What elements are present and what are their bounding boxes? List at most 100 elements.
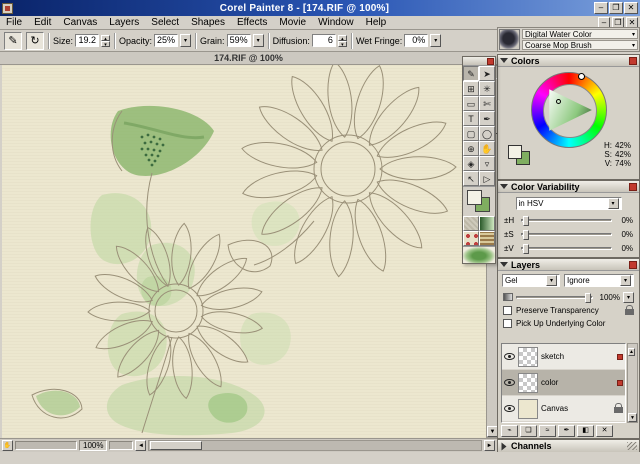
horizontal-scrollbar[interactable] xyxy=(148,440,482,451)
main-color-swatch[interactable] xyxy=(508,145,522,159)
new-liquid-ink-layer-button[interactable]: ✒ xyxy=(558,425,575,437)
gradient-selector[interactable] xyxy=(479,216,495,231)
dropper-tool[interactable]: ▿ xyxy=(479,156,495,171)
title-bar[interactable]: Corel Painter 8 - [174.RIF @ 100%] – ❐ ✕ xyxy=(0,0,640,16)
menu-movie[interactable]: Movie xyxy=(273,16,312,30)
menu-effects[interactable]: Effects xyxy=(231,16,273,30)
menu-select[interactable]: Select xyxy=(145,16,185,30)
colors-palette-header[interactable]: Colors xyxy=(498,55,639,67)
menu-window[interactable]: Window xyxy=(312,16,360,30)
slider-thumb[interactable] xyxy=(523,230,529,240)
expander-triangle-icon[interactable] xyxy=(500,58,508,63)
diffusion-input[interactable]: 6 xyxy=(312,34,336,47)
menu-shapes[interactable]: Shapes xyxy=(185,16,231,30)
scroll-down-button[interactable]: ▼ xyxy=(628,413,637,422)
pan-grabber-icon[interactable]: ✋ xyxy=(2,440,13,451)
rectangle-shape-tool[interactable]: ▢ xyxy=(463,126,479,141)
palette-close-icon[interactable] xyxy=(629,261,637,269)
wet-fringe-input[interactable]: 0% xyxy=(404,34,428,47)
composite-method-dropdown[interactable]: Gel ▾ xyxy=(502,274,560,287)
oval-shape-tool[interactable]: ◯ xyxy=(479,126,495,141)
preserve-transparency-checkbox[interactable] xyxy=(503,306,512,315)
palette-close-icon[interactable] xyxy=(629,57,637,65)
layer-adjuster-tool[interactable]: ➤ xyxy=(479,66,495,81)
weave-selector[interactable] xyxy=(479,231,495,246)
primary-color-swatch[interactable] xyxy=(467,190,482,205)
scroll-left-button[interactable]: ◄ xyxy=(135,440,146,451)
visibility-eye-icon[interactable] xyxy=(504,353,515,360)
sv-cursor[interactable] xyxy=(556,99,561,104)
wet-fringe-dropdown-arrow[interactable]: ▾ xyxy=(430,34,441,47)
expander-triangle-icon[interactable] xyxy=(500,184,508,189)
paint-bucket-tool[interactable]: ◈ xyxy=(463,156,479,171)
slider-thumb[interactable] xyxy=(523,244,529,254)
dynamic-plugins-button[interactable]: ⌁ xyxy=(501,425,518,437)
horizontal-scroll-thumb[interactable] xyxy=(150,441,202,450)
slider-thumb[interactable] xyxy=(523,216,529,226)
diffusion-spinner[interactable]: ▴▾ xyxy=(338,35,347,47)
canvas[interactable] xyxy=(2,65,486,438)
pattern-selector[interactable] xyxy=(463,231,479,246)
menu-edit[interactable]: Edit xyxy=(28,16,57,30)
new-layer-mask-button[interactable]: ◧ xyxy=(577,425,594,437)
opacity-input[interactable]: 25% xyxy=(154,34,178,47)
brush-variant-dropdown[interactable]: Coarse Mop Brush ▾ xyxy=(522,40,638,50)
brush-category-dropdown[interactable]: Digital Water Color ▾ xyxy=(522,29,638,39)
value-variability-slider[interactable] xyxy=(521,247,612,250)
grain-input[interactable]: 59% xyxy=(227,34,251,47)
hue-variability-slider[interactable] xyxy=(521,219,612,222)
crop-tool[interactable]: ⊞ xyxy=(463,81,479,96)
variability-mode-dropdown[interactable]: in HSV ▾ xyxy=(516,197,622,210)
variability-palette-header[interactable]: Color Variability xyxy=(498,181,639,193)
visibility-eye-icon[interactable] xyxy=(504,379,515,386)
minimize-button[interactable]: – xyxy=(594,2,608,14)
menu-canvas[interactable]: Canvas xyxy=(57,16,103,30)
paper-selector[interactable] xyxy=(463,216,479,231)
grain-dropdown-arrow[interactable]: ▾ xyxy=(253,34,264,47)
new-layer-button[interactable]: ❏ xyxy=(520,425,537,437)
opacity-dropdown-arrow[interactable]: ▾ xyxy=(180,34,191,47)
brush-dab-preview-icon[interactable] xyxy=(499,29,520,50)
grabber-tool[interactable]: ✋ xyxy=(479,141,495,156)
stroke-style-icon[interactable]: ↻ xyxy=(26,32,44,50)
layers-palette-header[interactable]: Layers xyxy=(498,259,639,271)
text-tool[interactable]: T xyxy=(463,111,479,126)
hue-cursor[interactable] xyxy=(578,73,585,80)
zoom-level[interactable]: 100% xyxy=(79,440,107,451)
composite-depth-dropdown[interactable]: Ignore ▾ xyxy=(564,274,634,287)
pickup-underlying-checkbox[interactable] xyxy=(503,319,512,328)
new-watercolor-layer-button[interactable]: ≈ xyxy=(539,425,556,437)
resize-grip-icon[interactable] xyxy=(627,442,637,450)
selection-adjuster-tool[interactable]: ↖ xyxy=(463,171,479,186)
pen-tool[interactable]: ✒ xyxy=(479,111,495,126)
magic-wand-tool[interactable]: ✳ xyxy=(479,81,495,96)
brush-tool[interactable]: ✎ xyxy=(463,66,479,81)
chevron-down-icon[interactable]: ▾ xyxy=(623,292,634,303)
lasso-tool[interactable]: ✄ xyxy=(479,96,495,111)
scroll-up-button[interactable]: ▲ xyxy=(628,348,635,356)
menu-file[interactable]: File xyxy=(0,16,28,30)
close-button[interactable]: ✕ xyxy=(624,2,638,14)
layer-opacity-slider[interactable] xyxy=(516,296,593,299)
saturation-variability-slider[interactable] xyxy=(521,233,612,236)
layer-row-canvas[interactable]: Canvas xyxy=(502,396,625,422)
toolbox-header[interactable] xyxy=(463,57,495,66)
magnifier-tool[interactable]: ⊕ xyxy=(463,141,479,156)
scroll-right-button[interactable]: ► xyxy=(484,440,495,451)
palette-close-icon[interactable] xyxy=(629,183,637,191)
toolbox-close-icon[interactable] xyxy=(487,58,494,65)
brush-look-selector[interactable] xyxy=(463,246,495,263)
size-input[interactable]: 19.2 xyxy=(75,34,99,47)
size-spinner[interactable]: ▴▾ xyxy=(101,35,110,47)
expander-triangle-icon[interactable] xyxy=(500,262,508,267)
expander-triangle-icon[interactable] xyxy=(502,442,507,450)
shape-selection-tool[interactable]: ▷ xyxy=(479,171,495,186)
layer-list-scrollbar[interactable]: ▲ ▼ xyxy=(627,343,638,423)
current-tool-brush-icon[interactable]: ✎ xyxy=(4,32,22,50)
menu-help[interactable]: Help xyxy=(360,16,393,30)
document-title-bar[interactable]: 174.RIF @ 100% xyxy=(0,52,497,65)
channels-palette-header[interactable]: Channels xyxy=(498,440,639,452)
visibility-eye-icon[interactable] xyxy=(504,405,515,412)
rectangular-selection-tool[interactable]: ▭ xyxy=(463,96,479,111)
delete-layer-button[interactable]: ✕ xyxy=(596,425,613,437)
